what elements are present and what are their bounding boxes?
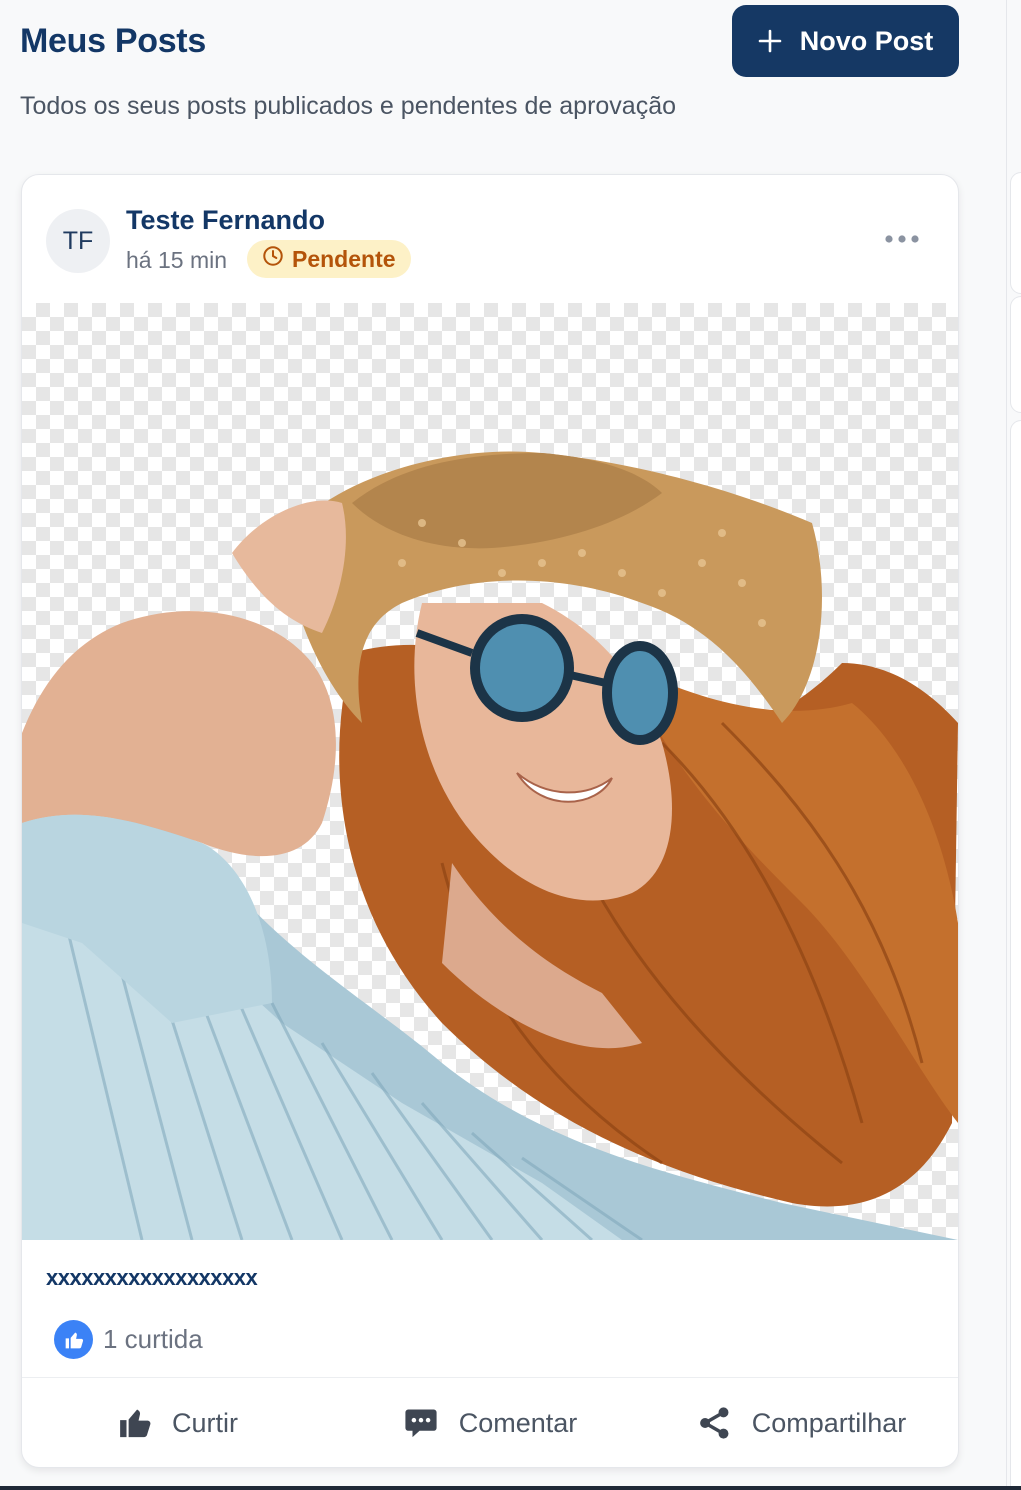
clock-icon xyxy=(262,245,284,273)
share-label: Compartilhar xyxy=(751,1407,907,1438)
comment-label: Comentar xyxy=(458,1407,578,1438)
share-icon xyxy=(698,1406,732,1440)
post-caption: xxxxxxxxxxxxxxxxxx xyxy=(46,1265,258,1290)
post-actions: Curtir Comentar Compartilhar xyxy=(22,1377,958,1467)
like-label: Curtir xyxy=(172,1407,238,1438)
new-post-label: Novo Post xyxy=(799,25,934,56)
status-label: Pendente xyxy=(292,245,396,272)
page-subtitle: Todos os seus posts publicados e pendent… xyxy=(20,92,677,120)
comment-icon xyxy=(403,1406,439,1440)
like-button[interactable]: Curtir xyxy=(22,1378,334,1467)
post-card: TF Teste Fernando há 15 min Pendente xxx… xyxy=(21,174,959,1468)
post-header: TF Teste Fernando há 15 min Pendente xyxy=(22,175,958,303)
thumbs-up-icon xyxy=(118,1406,152,1440)
new-post-button[interactable]: Novo Post xyxy=(732,5,959,77)
author-name[interactable]: Teste Fernando xyxy=(126,205,325,236)
page-title: Meus Posts xyxy=(20,22,206,60)
post-time: há 15 min xyxy=(126,247,228,273)
likes-count: 1 curtida xyxy=(103,1324,203,1354)
likes-summary[interactable]: 1 curtida xyxy=(54,1320,203,1359)
share-button[interactable]: Compartilhar xyxy=(646,1378,958,1467)
side-card xyxy=(1010,420,1021,1490)
status-badge: Pendente xyxy=(247,240,411,278)
comment-button[interactable]: Comentar xyxy=(334,1378,646,1467)
side-card xyxy=(1010,296,1021,413)
window-bottom-edge xyxy=(0,1486,1021,1490)
post-image[interactable] xyxy=(22,303,958,1240)
more-options-button[interactable] xyxy=(874,221,930,257)
thumbs-up-icon xyxy=(54,1320,93,1359)
plus-icon xyxy=(758,29,782,53)
my-posts-page: Meus Posts Todos os seus posts publicado… xyxy=(0,0,1021,1490)
side-card xyxy=(1010,172,1021,294)
avatar[interactable]: TF xyxy=(46,209,110,273)
more-horizontal-icon xyxy=(884,232,920,247)
